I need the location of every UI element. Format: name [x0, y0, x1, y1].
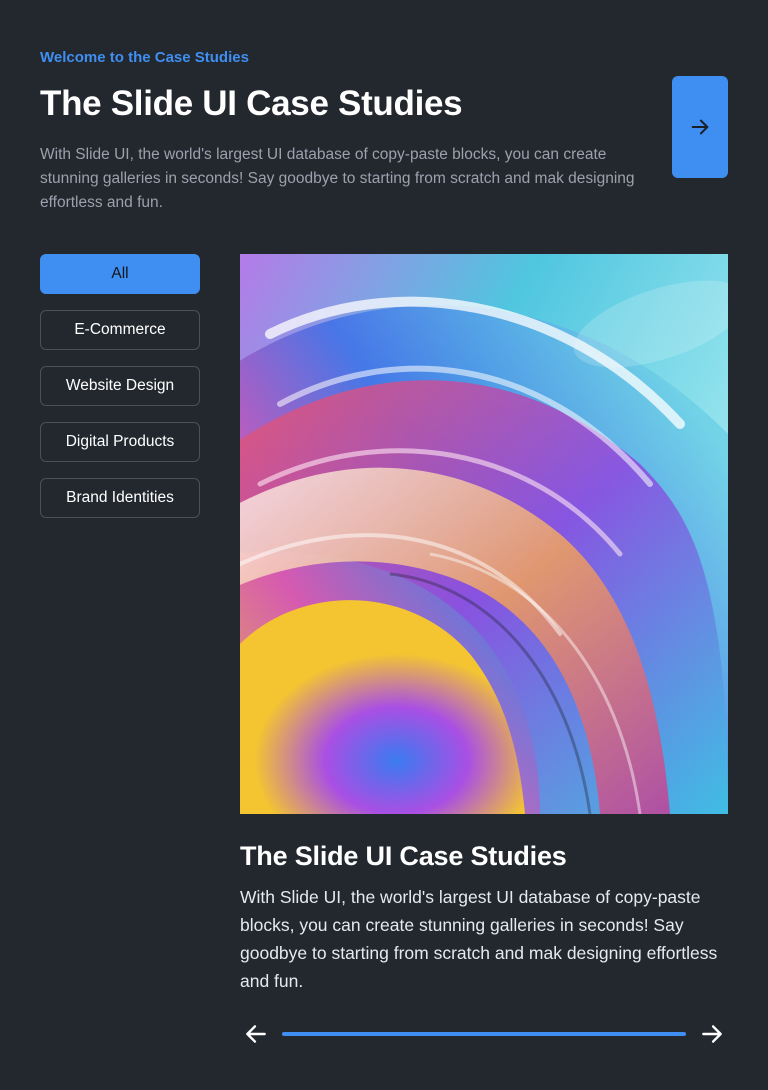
- filter-label: Brand Identities: [66, 489, 174, 506]
- abstract-art: [240, 254, 728, 814]
- next-slide-button[interactable]: [672, 76, 728, 178]
- filter-website-design[interactable]: Website Design: [40, 366, 200, 406]
- progress-track[interactable]: [282, 1032, 686, 1036]
- prev-button[interactable]: [240, 1020, 272, 1048]
- filter-e-commerce[interactable]: E-Commerce: [40, 310, 200, 350]
- case-study-image: [240, 254, 728, 814]
- progress-fill: [282, 1032, 686, 1036]
- filter-all[interactable]: All: [40, 254, 200, 294]
- filter-label: E-Commerce: [74, 321, 166, 338]
- filter-label: All: [111, 265, 129, 282]
- filter-label: Website Design: [65, 377, 175, 394]
- filter-brand-identities[interactable]: Brand Identities: [40, 478, 200, 518]
- card-description: With Slide UI, the world's largest UI da…: [240, 887, 718, 991]
- card-title: The Slide UI Case Studies: [240, 841, 567, 871]
- filter-label: Digital Products: [65, 433, 175, 450]
- filter-digital-products[interactable]: Digital Products: [40, 422, 200, 462]
- page-title: The Slide UI Case Studies: [40, 84, 463, 123]
- next-button[interactable]: [696, 1020, 728, 1048]
- arrow-right-icon: [702, 1025, 722, 1043]
- page-description: With Slide UI, the world's largest UI da…: [40, 146, 635, 211]
- eyebrow-text: Welcome to the Case Studies: [40, 49, 249, 66]
- slider-pager: [240, 1014, 728, 1054]
- arrow-right-icon: [691, 119, 709, 135]
- arrow-left-icon: [246, 1025, 266, 1043]
- category-filters: All E-Commerce Website Design Digital Pr…: [40, 254, 200, 534]
